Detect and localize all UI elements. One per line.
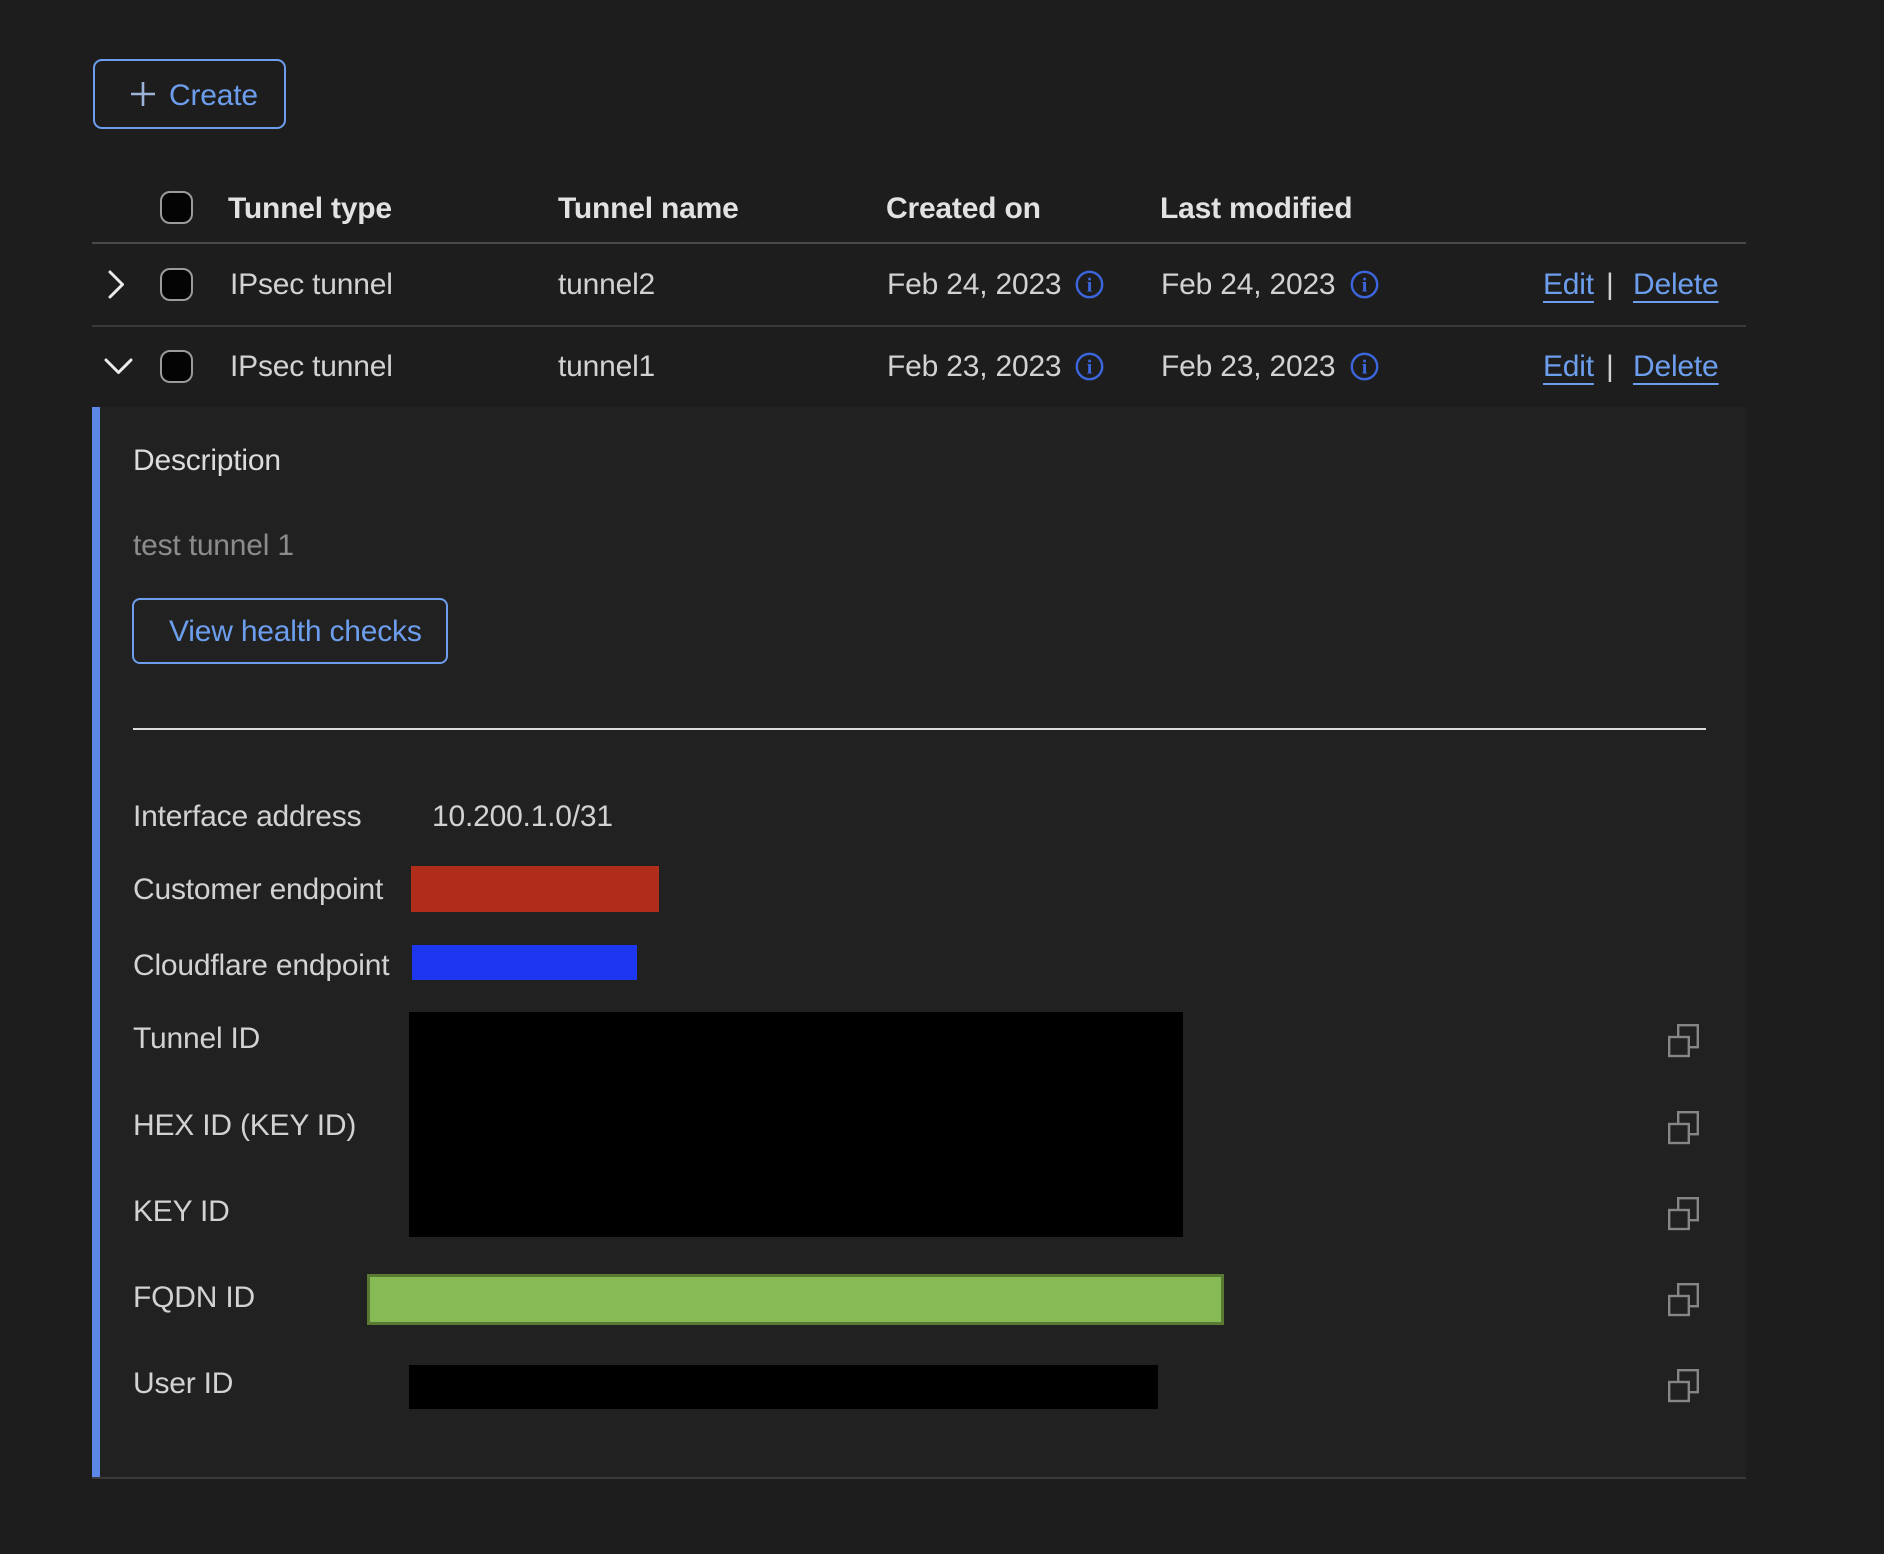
svg-text:i: i bbox=[1362, 357, 1368, 379]
svg-text:i: i bbox=[1362, 275, 1368, 297]
svg-text:i: i bbox=[1087, 275, 1093, 297]
svg-text:i: i bbox=[1087, 357, 1093, 379]
